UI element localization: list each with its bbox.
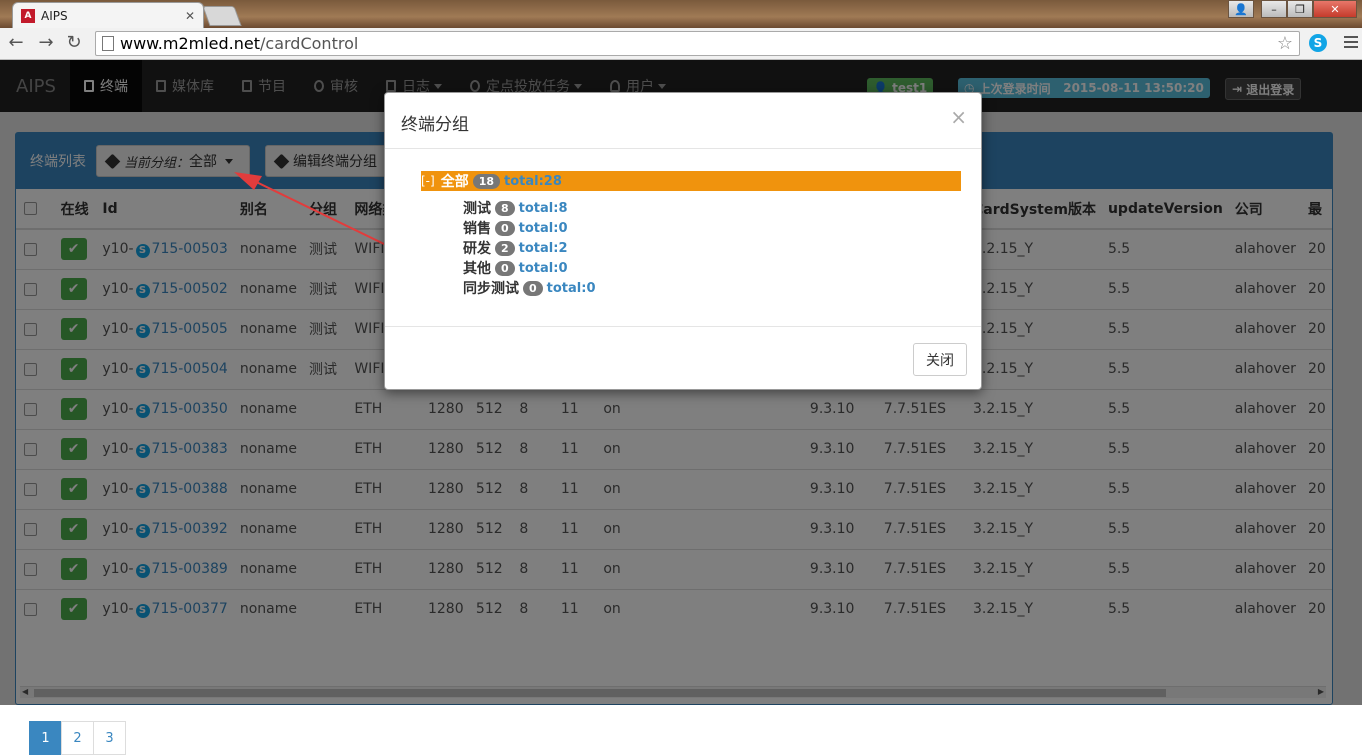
tree-child-node[interactable]: 测试 8 total:8 bbox=[463, 198, 568, 218]
modal-header: 终端分组 × bbox=[385, 93, 981, 149]
tree-child-node[interactable]: 其他 0 total:0 bbox=[463, 258, 568, 278]
tree-node-count: 2 bbox=[495, 240, 515, 256]
page-icon bbox=[102, 36, 114, 51]
favicon-icon: A bbox=[21, 8, 35, 23]
tree-root-node[interactable]: [-] 全部 18 total:28 bbox=[421, 171, 961, 191]
browser-tab[interactable]: A AIPS ✕ bbox=[12, 2, 204, 28]
tree-node-total: total:0 bbox=[518, 220, 568, 236]
page-1[interactable]: 1 bbox=[29, 721, 62, 755]
skype-extension-icon[interactable]: S bbox=[1309, 34, 1327, 52]
tree-node-name: 同步测试 bbox=[463, 281, 519, 297]
user-icon[interactable]: 👤 bbox=[1228, 0, 1254, 18]
browser-menu-icon[interactable] bbox=[1344, 36, 1358, 48]
tree-child-node[interactable]: 销售 0 total:0 bbox=[463, 218, 568, 238]
tab-title: AIPS bbox=[41, 8, 68, 23]
maximize-icon[interactable]: ❐ bbox=[1287, 0, 1313, 18]
tree-node-count: 18 bbox=[472, 173, 501, 189]
back-icon[interactable]: ← bbox=[6, 33, 26, 53]
modal-title: 终端分组 bbox=[401, 115, 469, 135]
tab-close-icon[interactable]: ✕ bbox=[185, 9, 195, 23]
modal-close-icon[interactable]: × bbox=[950, 105, 967, 129]
tree-node-count: 0 bbox=[495, 220, 515, 236]
tree-node-name: 销售 bbox=[463, 221, 491, 237]
tree-node-name: 测试 bbox=[463, 201, 491, 217]
tree-node-total: total:0 bbox=[546, 280, 596, 296]
tree-node-count: 0 bbox=[495, 260, 515, 276]
tree-node-name: 全部 bbox=[440, 174, 469, 190]
tree-node-total: total:28 bbox=[504, 173, 562, 189]
tree-node-total: total:2 bbox=[518, 240, 568, 256]
page-2[interactable]: 2 bbox=[61, 721, 94, 755]
pagination: 1 2 3 bbox=[29, 721, 126, 755]
tree-node-count: 8 bbox=[495, 200, 515, 216]
group-modal: 终端分组 × [-] 全部 18 total:28 测试 8 total:8 销售 0 t… bbox=[384, 92, 982, 390]
window-close-icon[interactable]: ✕ bbox=[1313, 0, 1357, 18]
window-controls: 👤 – ❐ ✕ bbox=[1228, 0, 1357, 18]
tree-toggle[interactable]: [-] bbox=[421, 174, 435, 188]
url-input[interactable]: www.m2mled.net/cardControl ☆ bbox=[95, 31, 1300, 56]
browser-tab-strip: A AIPS ✕ 👤 – ❐ ✕ bbox=[0, 0, 1362, 28]
reload-icon[interactable]: ↻ bbox=[64, 33, 84, 53]
url-host: www.m2mled.net bbox=[120, 34, 261, 53]
tree-child-node[interactable]: 研发 2 total:2 bbox=[463, 238, 568, 258]
minimize-icon[interactable]: – bbox=[1261, 0, 1287, 18]
tree-child-node[interactable]: 同步测试 0 total:0 bbox=[463, 278, 596, 298]
modal-footer: 关闭 bbox=[385, 326, 981, 390]
forward-icon[interactable]: → bbox=[36, 33, 56, 53]
bookmark-star-icon[interactable]: ☆ bbox=[1277, 33, 1293, 54]
new-tab-button[interactable] bbox=[202, 6, 242, 26]
tree-node-total: total:8 bbox=[518, 200, 568, 216]
page-3[interactable]: 3 bbox=[93, 721, 126, 755]
address-bar-row: ← → ↻ www.m2mled.net/cardControl ☆ bbox=[0, 28, 1362, 60]
modal-close-button[interactable]: 关闭 bbox=[913, 343, 967, 376]
tree-node-total: total:0 bbox=[518, 260, 568, 276]
tree-node-name: 研发 bbox=[463, 241, 491, 257]
tree-node-count: 0 bbox=[523, 280, 543, 296]
url-path: /cardControl bbox=[260, 34, 359, 53]
tree-node-name: 其他 bbox=[463, 261, 491, 277]
